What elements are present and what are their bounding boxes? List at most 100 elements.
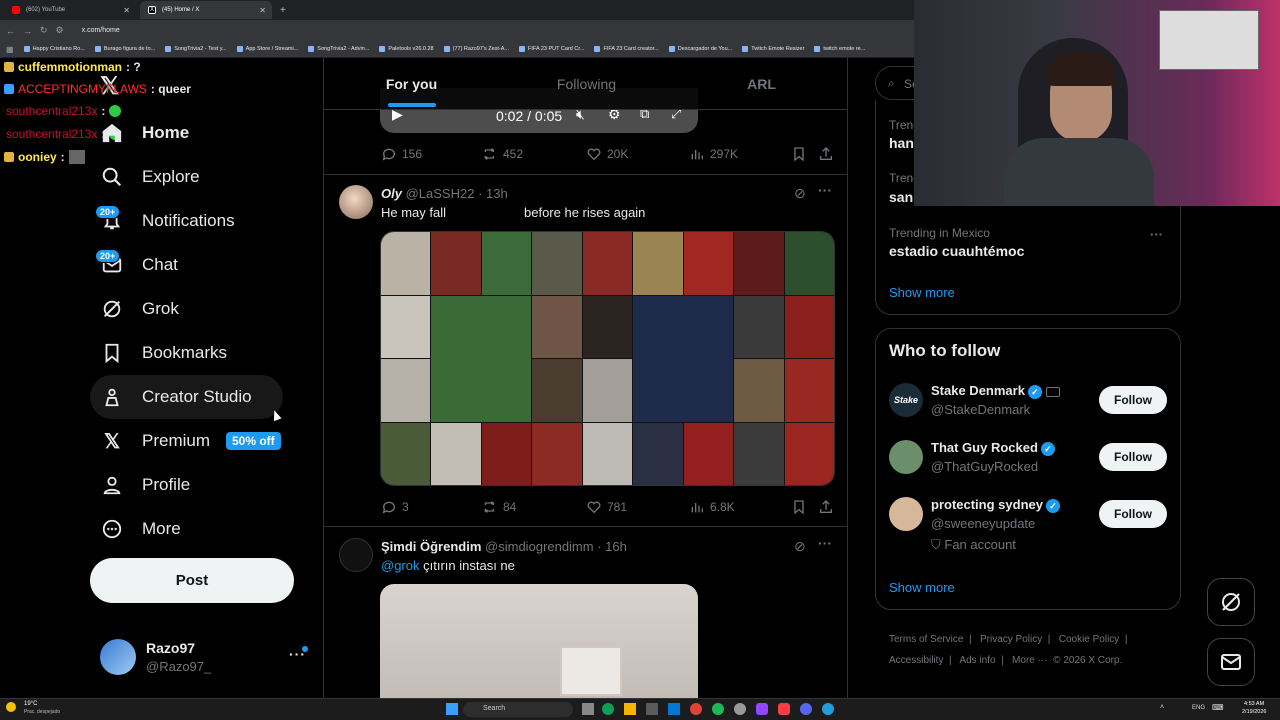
tab-following[interactable]: Following (499, 58, 674, 109)
clock-date[interactable]: 2/19/2026 (1242, 709, 1266, 715)
chrome-icon[interactable] (690, 703, 702, 715)
follow-suggestion-name[interactable]: Stake Denmark ✓ (931, 383, 1060, 399)
more-options-icon[interactable]: ··· (818, 182, 832, 198)
post-author[interactable]: Oly (381, 186, 402, 201)
windows-start-icon[interactable] (446, 703, 458, 715)
spotify-icon[interactable] (712, 703, 724, 715)
grok-icon[interactable]: ⊘ (794, 538, 806, 555)
repost-button[interactable]: 84 (482, 499, 516, 515)
repost-button[interactable]: 452 (482, 146, 523, 162)
bookmark-item[interactable]: Paletools v26.0.28 (379, 46, 434, 52)
nav-notifications[interactable]: Notifications (100, 209, 235, 233)
post-time[interactable]: · 13h (478, 186, 508, 201)
avatar[interactable] (339, 538, 373, 572)
bookmark-item[interactable]: Burago figura de to... (94, 46, 155, 52)
file-explorer-icon[interactable] (624, 703, 636, 715)
bookmark-item[interactable]: FIFA 23 PUT Card Cr... (519, 46, 584, 52)
follow-suggestion-name[interactable]: That Guy Rocked ✓ (931, 440, 1055, 456)
tab-youtube[interactable]: (602) YouTube ✕ (4, 1, 136, 19)
trend-topic[interactable]: estadio cuauhtémoc (889, 243, 1024, 259)
nav-grok[interactable]: Grok (100, 297, 179, 321)
views-button[interactable]: 297K (689, 146, 738, 162)
bookmark-button[interactable] (791, 146, 807, 162)
reply-button[interactable]: 3 (381, 499, 409, 515)
post-image[interactable] (380, 584, 698, 698)
url-field[interactable]: x.com/home (82, 27, 120, 34)
bookmark-item[interactable]: Descargador de You... (668, 46, 732, 52)
bookmark-item[interactable]: SongTrivia2 - Advin... (308, 46, 369, 52)
follow-suggestion-name[interactable]: protecting sydney ✓ (931, 497, 1060, 513)
language-indicator[interactable]: ENG (1192, 705, 1205, 711)
task-view-icon[interactable] (582, 703, 594, 715)
apps-grid-icon[interactable]: ▦ (6, 45, 14, 54)
bookmark-item[interactable]: App Store / Streami... (236, 46, 298, 52)
forward-icon[interactable]: → (23, 26, 32, 36)
reload-icon[interactable]: ↻ (40, 25, 48, 36)
weather-icon[interactable] (6, 702, 16, 712)
twitch-icon[interactable] (756, 703, 768, 715)
post-handle[interactable]: @LaSSH22 (406, 186, 475, 201)
bookmark-item[interactable]: twitch emote re... (814, 46, 865, 52)
reply-button[interactable]: 156 (381, 146, 422, 162)
follow-button[interactable]: Follow (1099, 500, 1167, 528)
discord-icon[interactable] (800, 703, 812, 715)
nav-creator-studio[interactable]: Creator Studio (100, 385, 252, 409)
telegram-icon[interactable] (822, 703, 834, 715)
messages-floating-button[interactable] (1207, 638, 1255, 686)
music-icon[interactable] (778, 703, 790, 715)
nav-profile[interactable]: Profile (100, 473, 190, 497)
grok-icon[interactable]: ⊘ (794, 185, 806, 202)
follow-button[interactable]: Follow (1099, 443, 1167, 471)
avatar[interactable] (100, 639, 136, 675)
nav-more[interactable]: More (100, 517, 181, 541)
more-options-icon[interactable]: ··· (818, 535, 832, 551)
app-icon[interactable] (734, 703, 746, 715)
bookmark-item[interactable]: Twitch Emote Resizer (742, 46, 804, 52)
show-more-trends-link[interactable]: Show more (889, 285, 955, 300)
post-image-collage[interactable] (380, 231, 835, 486)
mention-link[interactable]: @grok (381, 558, 420, 573)
bookmark-item[interactable]: (77) Razo97's Zest-A... (443, 46, 509, 52)
store-icon[interactable] (646, 703, 658, 715)
trend-more-icon[interactable]: ··· (1150, 227, 1163, 242)
tab-x-home[interactable]: X (45) Home / X ✕ (140, 1, 272, 19)
footer-link[interactable]: Ads info (959, 655, 995, 666)
footer-link[interactable]: Cookie Policy (1059, 634, 1120, 645)
post-time[interactable]: · 16h (597, 539, 627, 554)
mail-app-icon[interactable] (668, 703, 680, 715)
like-button[interactable]: 781 (586, 499, 627, 515)
close-tab-icon[interactable]: ✕ (259, 6, 266, 15)
follow-button[interactable]: Follow (1099, 386, 1167, 414)
avatar[interactable]: Stake (889, 383, 923, 417)
nav-explore[interactable]: Explore (100, 165, 200, 189)
avatar[interactable] (889, 497, 923, 531)
post-author[interactable]: Şimdi Öğrendim (381, 539, 481, 554)
footer-link[interactable]: Terms of Service (889, 634, 963, 645)
share-button[interactable] (818, 146, 834, 162)
nav-home[interactable]: Home (100, 121, 189, 145)
share-button[interactable] (818, 499, 834, 515)
bookmark-item[interactable]: FIFA 23 Card creator... (594, 46, 659, 52)
site-info-icon[interactable]: ⚙ (56, 25, 64, 36)
nav-premium[interactable]: 𝕏 Premium (100, 429, 210, 453)
footer-link[interactable]: Accessibility (889, 655, 943, 666)
clock-time[interactable]: 4:53 AM (1244, 701, 1264, 707)
post-handle[interactable]: @simdiogrendimm (485, 539, 594, 554)
avatar[interactable] (889, 440, 923, 474)
tab-arl[interactable]: ARL (674, 58, 847, 109)
grok-floating-button[interactable] (1207, 578, 1255, 626)
views-button[interactable]: 6.8K (689, 499, 735, 515)
show-more-follow-link[interactable]: Show more (889, 580, 955, 595)
like-button[interactable]: 20K (586, 146, 628, 162)
footer-link[interactable]: Privacy Policy (980, 634, 1042, 645)
trend-topic[interactable]: san (889, 189, 913, 205)
bookmark-item[interactable]: Happy Cristiano Ro... (23, 46, 85, 52)
network-volume-icon[interactable]: ⌨ (1212, 703, 1224, 712)
avatar[interactable] (339, 185, 373, 219)
nav-bookmarks[interactable]: Bookmarks (100, 341, 227, 365)
tab-for-you[interactable]: For you (324, 58, 499, 109)
edge-icon[interactable] (602, 703, 614, 715)
new-tab-button[interactable]: + (280, 5, 286, 16)
back-icon[interactable]: ← (6, 26, 15, 36)
taskbar-search[interactable]: Search (463, 702, 573, 717)
